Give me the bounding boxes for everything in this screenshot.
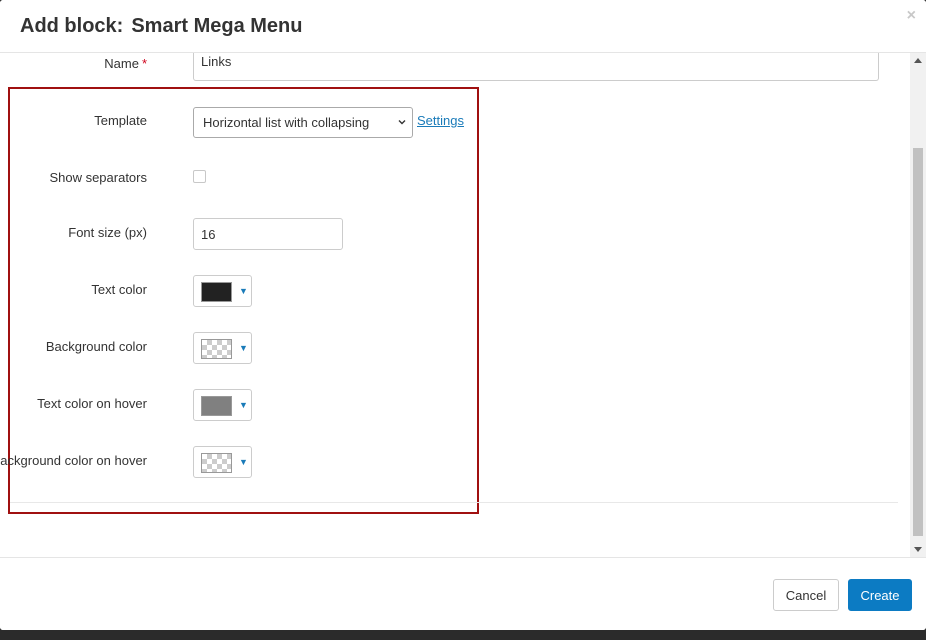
dialog-title-prefix: Add block: <box>20 15 124 37</box>
scroll-up-icon[interactable] <box>914 58 922 63</box>
name-input[interactable]: Links <box>193 53 879 81</box>
font-size-label: Font size (px) <box>68 225 147 240</box>
dialog-header: Add block: Smart Mega Menu × <box>0 0 926 53</box>
dialog-title: Add block: Smart Mega Menu <box>20 15 303 38</box>
cancel-button[interactable]: Cancel <box>773 579 839 611</box>
text-color-hover-swatch <box>201 396 232 416</box>
template-select[interactable]: Horizontal list with collapsing <box>193 107 413 138</box>
close-icon[interactable]: × <box>907 8 916 24</box>
dialog-title-block-name: Smart Mega Menu <box>131 15 303 37</box>
scrollbar-thumb[interactable] <box>913 148 923 536</box>
add-block-dialog: Add block: Smart Mega Menu × Name * Links … <box>0 0 926 630</box>
template-select-value: Horizontal list with collapsing <box>203 115 370 130</box>
template-settings-link[interactable]: Settings <box>417 113 464 128</box>
background-color-label: Background color <box>45 339 147 354</box>
text-color-label: Text color <box>91 282 147 297</box>
name-label: Name * <box>104 56 147 71</box>
text-color-hover-label: Text color on hover <box>37 396 147 411</box>
section-divider <box>10 502 898 503</box>
background-color-picker[interactable]: ▼ <box>193 332 252 364</box>
show-separators-checkbox[interactable] <box>193 170 206 183</box>
required-mark: * <box>141 56 147 71</box>
text-color-swatch <box>201 282 232 302</box>
background-color-hover-swatch <box>201 453 232 473</box>
font-size-input[interactable]: 16 <box>193 218 343 250</box>
scrollbar[interactable] <box>910 53 926 557</box>
scroll-down-icon[interactable] <box>914 547 922 552</box>
text-color-picker[interactable]: ▼ <box>193 275 252 307</box>
text-color-hover-picker[interactable]: ▼ <box>193 389 252 421</box>
show-separators-label: Show separators <box>49 170 147 185</box>
background-color-hover-label: Background color on hover <box>0 453 147 468</box>
template-label: Template <box>94 113 147 128</box>
background-color-swatch <box>201 339 232 359</box>
caret-down-icon: ▼ <box>239 400 248 410</box>
background-color-hover-picker[interactable]: ▼ <box>193 446 252 478</box>
dialog-footer: Cancel Create <box>0 557 926 630</box>
caret-down-icon: ▼ <box>239 286 248 296</box>
chevron-down-icon <box>398 120 406 125</box>
dialog-body: Name * Links Template Horizontal list wit… <box>0 53 926 557</box>
caret-down-icon: ▼ <box>239 457 248 467</box>
caret-down-icon: ▼ <box>239 343 248 353</box>
create-button[interactable]: Create <box>848 579 912 611</box>
